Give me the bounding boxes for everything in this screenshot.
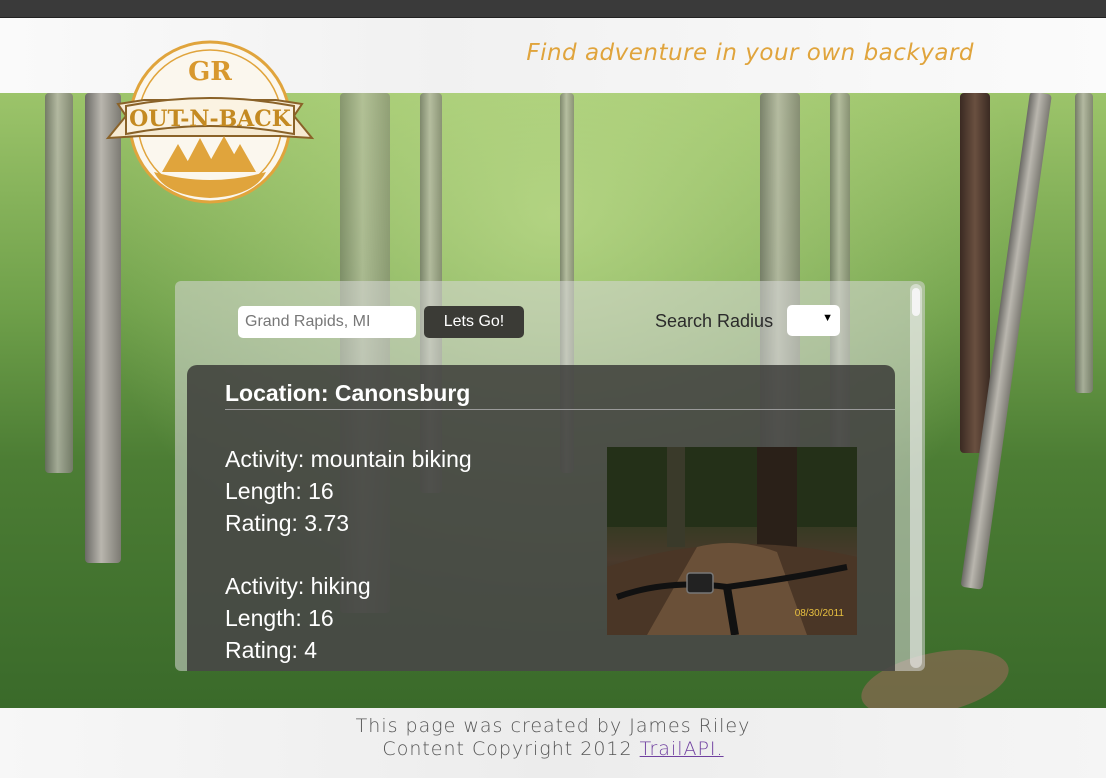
site-footer: This page was created by James Riley Con… [0, 708, 1106, 778]
trail-photo: 08/30/2011 [607, 447, 857, 635]
panel-scrollbar[interactable] [910, 284, 922, 668]
location-title: Location: Canonsburg [225, 380, 471, 406]
footer-credit: This page was created by James Riley [355, 715, 751, 737]
dropdown-arrow-icon: ▼ [822, 312, 833, 324]
activity-length: Length: 16 [225, 478, 334, 504]
lets-go-button[interactable]: Lets Go! [424, 306, 524, 338]
activity-block: Activity: hiking Length: 16 Rating: 4 [225, 570, 371, 666]
search-panel: Lets Go! Search Radius ▼ Location: Canon… [175, 281, 925, 671]
scrollbar-thumb[interactable] [912, 288, 920, 316]
activity-block: Activity: mountain biking Length: 16 Rat… [225, 443, 472, 539]
activity-rating: Rating: 4 [225, 637, 318, 663]
footer-copyright: Content Copyright 2012 TrailAPI. [382, 738, 724, 760]
trail-result-card: Location: Canonsburg Activity: mountain … [187, 365, 895, 671]
search-radius-label: Search Radius [655, 311, 774, 331]
title-divider [225, 409, 895, 410]
site-logo[interactable]: GR OUT-N-BACK [104, 38, 316, 208]
location-search-input[interactable] [238, 306, 416, 338]
trailapi-link[interactable]: TrailAPI. [640, 738, 724, 760]
activity-type: Activity: mountain biking [225, 446, 472, 472]
site-tagline: Find adventure in your own backyard [526, 40, 974, 66]
svg-text:GR: GR [188, 57, 232, 87]
search-radius-select[interactable]: ▼ [787, 305, 840, 336]
activity-rating: Rating: 3.73 [225, 510, 350, 536]
activity-type: Activity: hiking [225, 573, 371, 599]
top-bar [0, 0, 1106, 18]
activity-length: Length: 16 [225, 605, 334, 631]
photo-date-stamp: 08/30/2011 [794, 608, 844, 619]
svg-text:OUT-N-BACK: OUT-N-BACK [129, 106, 292, 132]
